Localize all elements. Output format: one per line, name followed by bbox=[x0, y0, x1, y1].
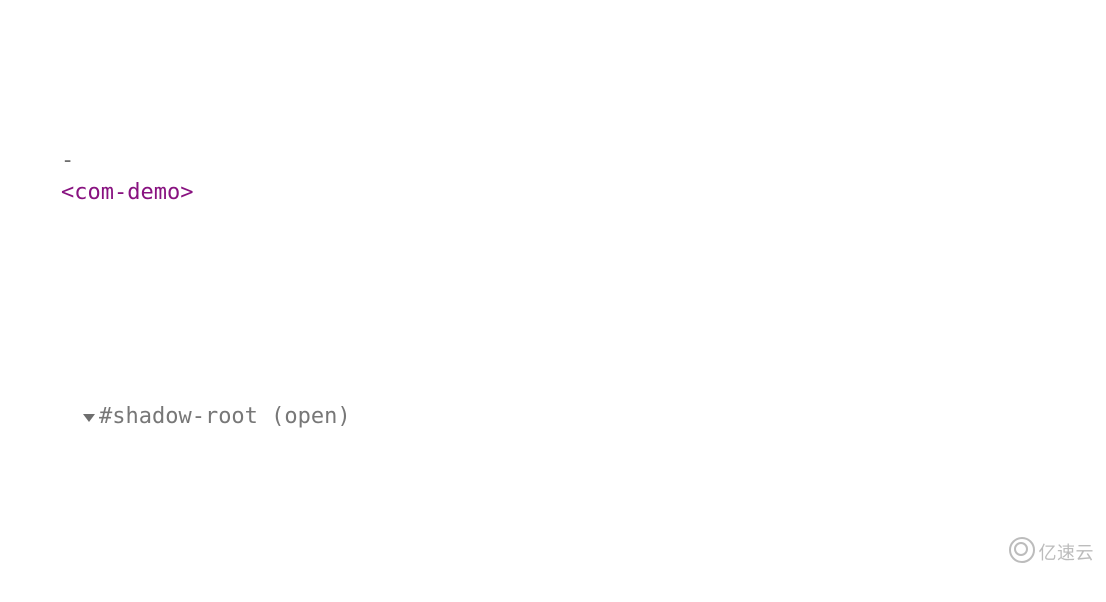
shadow-root-line[interactable]: #shadow-root (open) bbox=[0, 369, 1106, 465]
watermark-text: 亿速云 bbox=[1039, 543, 1095, 563]
style1-open[interactable]: <style> bbox=[0, 592, 1106, 602]
shadow-root-label: #shadow-root (open) bbox=[99, 404, 351, 429]
watermark-icon bbox=[1009, 537, 1035, 563]
chevron-down-icon[interactable] bbox=[83, 414, 95, 422]
element-line-root-open[interactable]: - <com-demo> bbox=[0, 114, 1106, 242]
devtools-elements-panel: - <com-demo> #shadow-root (open) <style>… bbox=[0, 0, 1106, 602]
tag-com-demo: com-demo bbox=[74, 180, 180, 205]
watermark: 亿速云 bbox=[986, 511, 1094, 592]
expand-mark: - bbox=[61, 145, 71, 177]
